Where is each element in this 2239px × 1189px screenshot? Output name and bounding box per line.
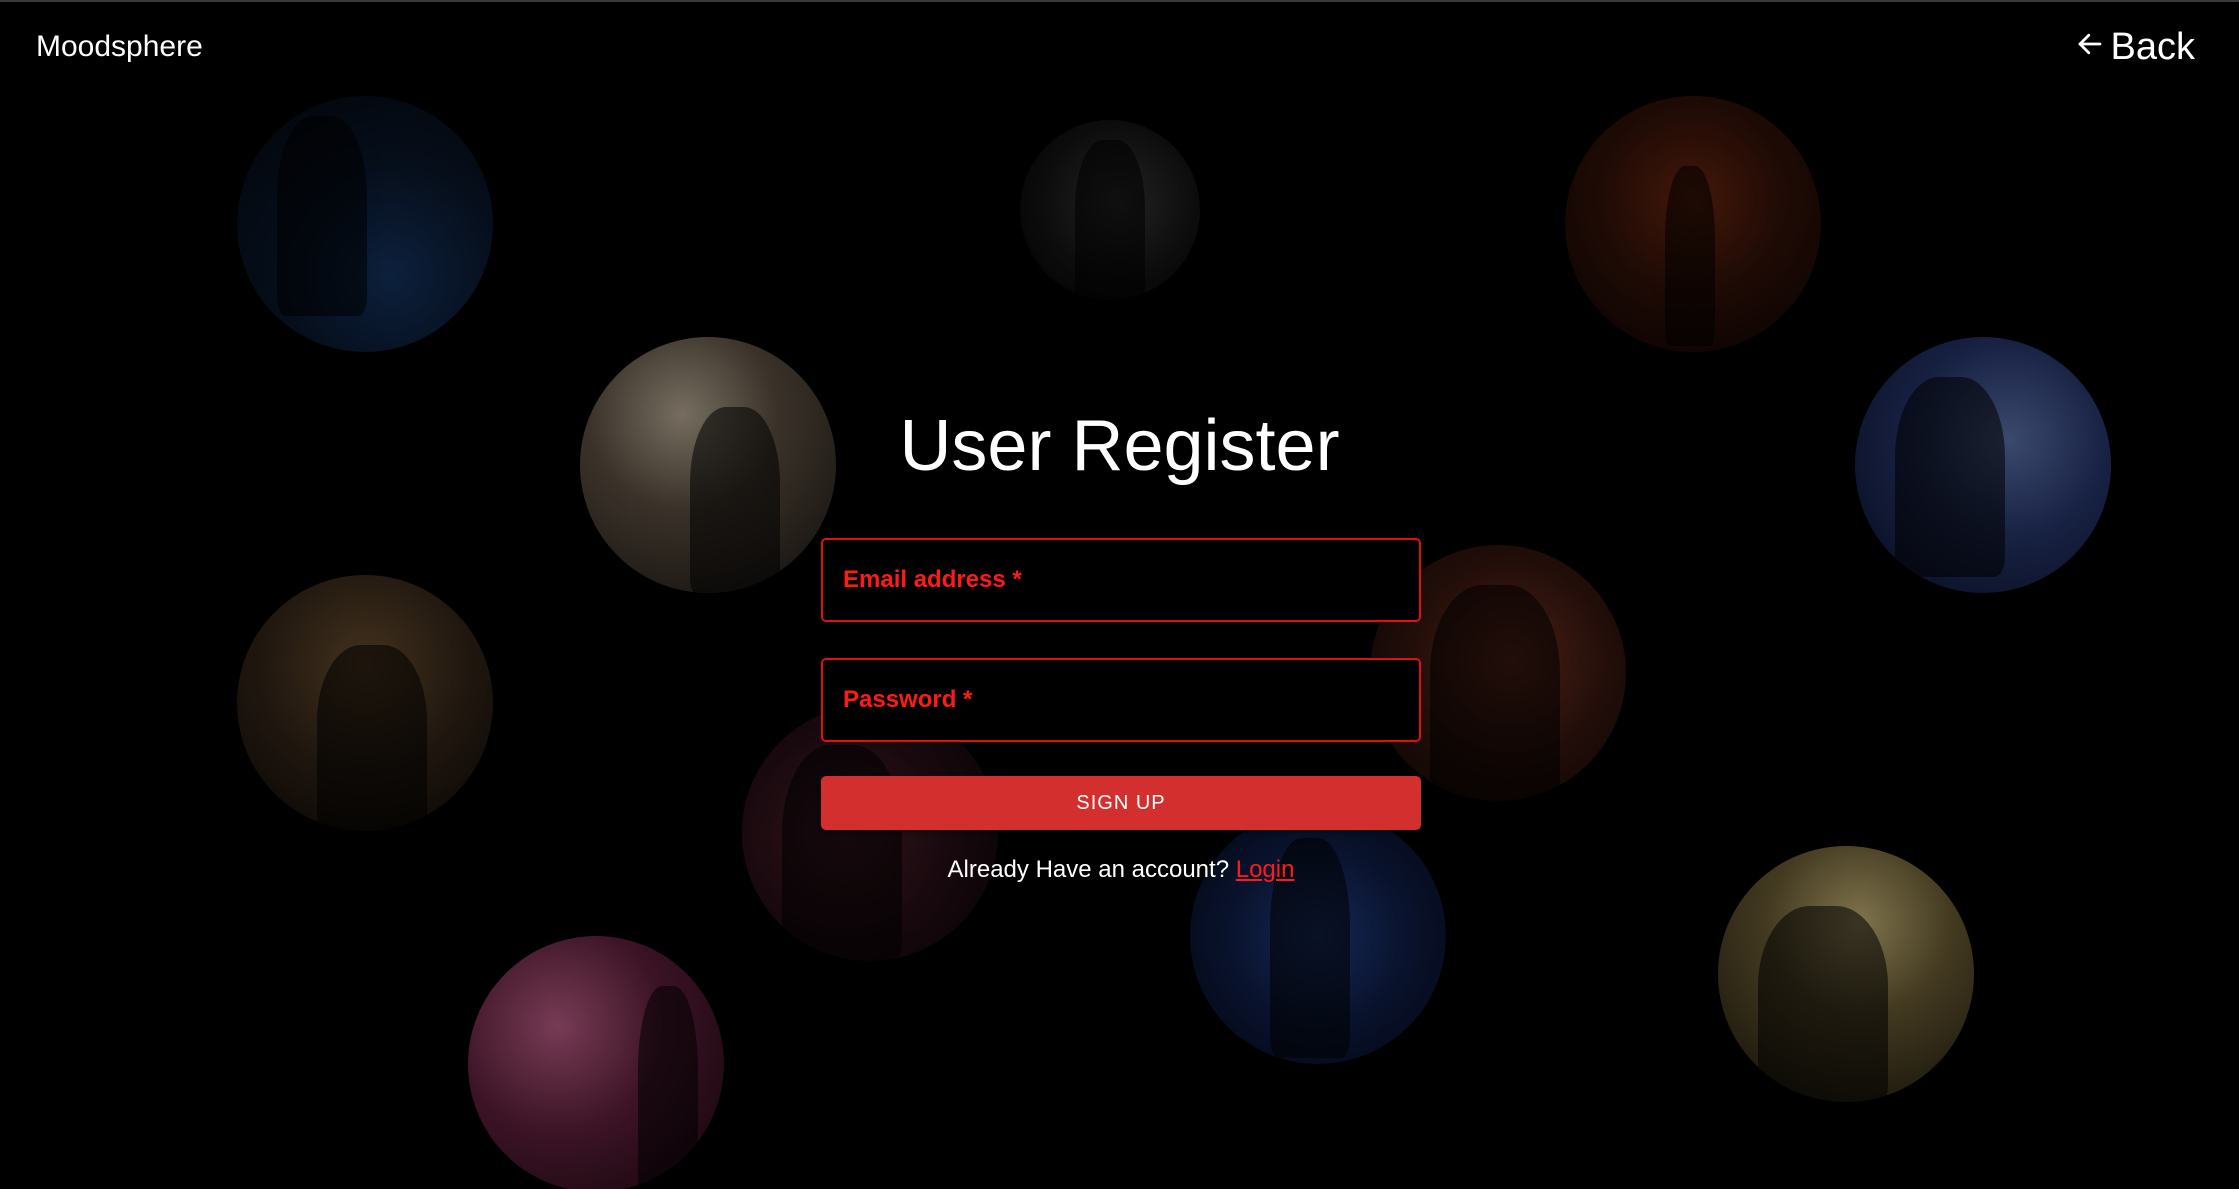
password-label: Password * — [843, 686, 973, 713]
page-title: User Register — [899, 406, 1340, 486]
login-prompt-text: Already Have an account? — [947, 856, 1230, 883]
register-page: Moodsphere Back User Register Email addr… — [0, 0, 2239, 1189]
sign-up-button[interactable]: SIGN UP — [821, 776, 1421, 830]
concert-photo-circle — [1718, 846, 1974, 1102]
back-label: Back — [2110, 26, 2195, 68]
arrow-left-icon — [2075, 26, 2105, 69]
email-field[interactable]: Email address * — [821, 538, 1421, 622]
concert-photo-circle — [1565, 96, 1821, 352]
brand-logo-text[interactable]: Moodsphere — [36, 30, 203, 64]
concert-photo-circle — [237, 96, 493, 352]
login-prompt: Already Have an account? Login — [821, 856, 1421, 884]
concert-photo-circle — [468, 936, 724, 1189]
password-field[interactable]: Password * — [821, 658, 1421, 742]
register-form: Email address * Password * SIGN UP Alrea… — [821, 538, 1421, 884]
email-label: Email address * — [843, 566, 1022, 593]
back-button[interactable]: Back — [2075, 26, 2195, 69]
concert-photo-circle — [1020, 120, 1200, 300]
login-link[interactable]: Login — [1236, 856, 1295, 883]
top-divider — [0, 0, 2239, 2]
concert-photo-circle — [237, 575, 493, 831]
